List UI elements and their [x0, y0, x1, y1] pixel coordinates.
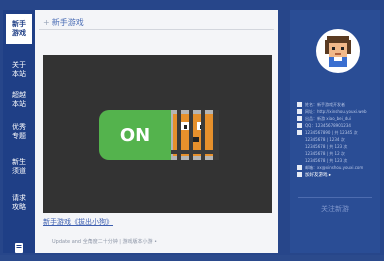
- profile-info-list: 姓名：新手游戏开发者 网址：http://xinshou.youxi.web 出…: [297, 101, 379, 178]
- user-icon: [297, 102, 302, 107]
- book-icon: [15, 243, 23, 253]
- game-caption-link[interactable]: 新手游戏《拔出小狗》: [43, 217, 113, 227]
- panel-divider: [298, 197, 372, 198]
- nav-item-qingqiu-gonglue[interactable]: 请求 攻略: [6, 188, 32, 218]
- jailed-dog-icon: [171, 110, 219, 160]
- home-icon: [297, 116, 302, 121]
- link-icon: [297, 109, 302, 114]
- add-friend-link[interactable]: 加好友游戏 ▸: [297, 171, 379, 178]
- title-divider: [39, 29, 274, 30]
- info-row-stats-1: 1234567890 | 共 12345 次: [297, 129, 379, 136]
- nav-item-chaoyue-benzhan[interactable]: 超越 本站: [6, 85, 32, 115]
- game-stage[interactable]: ON: [43, 55, 272, 213]
- mail-icon: [297, 165, 302, 170]
- info-row-stats-3: 12345678 | 共 123 次: [305, 143, 348, 149]
- info-row-email[interactable]: 邮箱：xx@xinshou.youxi.com: [297, 164, 379, 171]
- info-row-website[interactable]: 网址：http://xinshou.youxi.web: [297, 108, 379, 115]
- info-row-stats-2: 12345678 | 1234 次: [305, 136, 345, 142]
- info-row-qq: QQ：12345678901234: [297, 122, 379, 129]
- info-row-name: 姓名：新手游戏开发者: [297, 101, 379, 108]
- info-row-stats-4: 12345678 | 共 12 次: [305, 150, 345, 156]
- plus-icon: +: [43, 18, 50, 27]
- profile-panel: 姓名：新手游戏开发者 网址：http://xinshou.youxi.web 出…: [290, 10, 380, 253]
- star-icon: [297, 123, 302, 128]
- nav-item-xinshou-youxi[interactable]: 新手 游戏: [6, 14, 32, 44]
- follow-button[interactable]: 关注新游: [290, 204, 380, 214]
- avatar[interactable]: [316, 29, 360, 73]
- page-title: + 新手游戏: [43, 18, 84, 27]
- info-row-publisher: 出品：新游 xiao_bei_dui: [297, 115, 379, 122]
- nav-item-xinsheng-xudao[interactable]: 新生 须道: [6, 152, 32, 182]
- info-row-stats-5: 12345678 | 共 123 次: [305, 157, 348, 163]
- on-toggle-switch[interactable]: ON: [99, 110, 219, 160]
- wechat-icon: [297, 172, 302, 177]
- pixel-character-avatar-icon: [325, 36, 351, 67]
- app-frame: 新手 游戏 关于 本站 超越 本站 优秀 专题 新生 须道 请求 攻略 + 新手游…: [0, 0, 384, 255]
- footnote-text: Update and 全角度二十分钟 | 游戏版本小游 •: [52, 239, 158, 245]
- left-nav: 新手 游戏 关于 本站 超越 本站 优秀 专题 新生 须道 请求 攻略: [3, 10, 35, 253]
- nav-item-youxiu-zhuanti[interactable]: 优秀 专题: [6, 117, 32, 147]
- toggle-on-label: ON: [99, 110, 171, 160]
- chart-icon: [297, 130, 302, 135]
- book-button[interactable]: [6, 235, 32, 261]
- nav-item-guanyu-benzhan[interactable]: 关于 本站: [6, 55, 32, 85]
- main-content: + 新手游戏 ON 新手游戏《拔出小狗》 Update and 全角度二十分钟 …: [35, 10, 278, 253]
